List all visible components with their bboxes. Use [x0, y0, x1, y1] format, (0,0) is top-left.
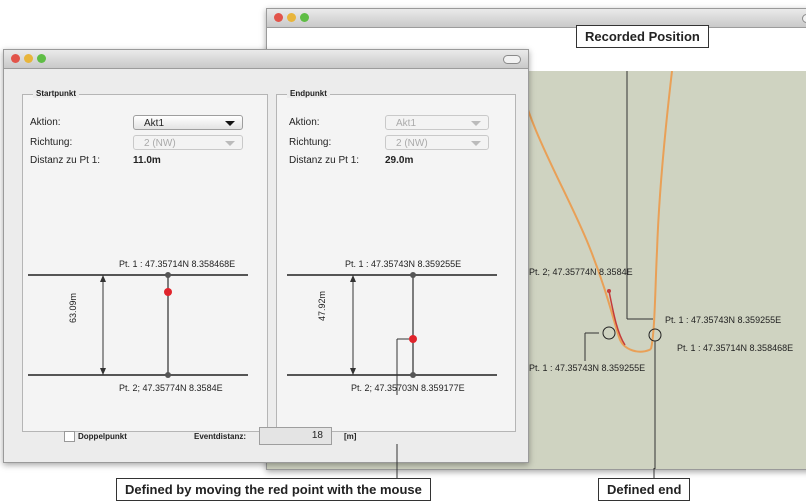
start-red-point	[164, 288, 172, 296]
end-richtung-value: 2 (NW)	[396, 138, 428, 149]
end-distanz-value: 29.0m	[385, 155, 414, 166]
doppelpunkt-checkbox[interactable]	[64, 431, 75, 442]
end-aktion-select[interactable]: Akt1	[385, 115, 489, 130]
end-marker	[648, 328, 662, 342]
defined-by-moving-callout: Defined by moving the red point with the…	[116, 478, 431, 501]
dialog-minimize-button[interactable]	[24, 54, 33, 63]
recorded-position-callout: Recorded Position	[576, 25, 709, 48]
track-line-left	[516, 71, 652, 353]
eventdistanz-unit: [m]	[344, 432, 357, 441]
end-pt2-label: Pt. 2; 47.35703N 8.359177E	[351, 383, 465, 393]
dialog-close-button[interactable]	[11, 54, 20, 63]
end-richtung-select[interactable]: 2 (NW)	[385, 135, 489, 150]
toolbar-toggle-button[interactable]	[802, 14, 806, 23]
start-pt2-dot	[165, 372, 171, 378]
start-segment-diagram	[28, 272, 248, 378]
chevron-down-icon	[225, 141, 235, 146]
map-label-pt2: Pt. 2; 47.35774N 8.3584E	[529, 267, 633, 277]
start-pt1-dot	[165, 272, 171, 278]
recorded-track-line	[608, 290, 626, 346]
close-button[interactable]	[274, 13, 283, 22]
endpunkt-group: Endpunkt Aktion: Akt1 Richtung: 2 (NW) D…	[276, 89, 516, 432]
map-label-pt1-bottom: Pt. 1 : 47.35743N 8.359255E	[529, 363, 646, 373]
end-distanz-label: Distanz zu Pt 1:	[289, 155, 360, 166]
start-aktion-select[interactable]: Akt1	[133, 115, 243, 130]
track-line-right	[650, 71, 673, 350]
end-pt2-dot	[410, 372, 416, 378]
segment-dialog-window: Startpunkt Aktion: Akt1 Richtung: 2 (NW)…	[3, 49, 529, 463]
end-segment-diagram	[287, 272, 497, 395]
map-label-pt1-far-right: Pt. 1 : 47.35714N 8.358468E	[677, 343, 794, 353]
end-aktion-label: Aktion:	[289, 117, 320, 128]
minimize-button[interactable]	[287, 13, 296, 22]
end-aktion-value: Akt1	[396, 118, 417, 129]
zoom-button[interactable]	[300, 13, 309, 22]
end-richtung-label: Richtung:	[289, 137, 332, 148]
start-distanz-label: Distanz zu Pt 1:	[30, 155, 101, 166]
defined-end-callout: Defined end	[598, 478, 691, 501]
chevron-down-icon	[225, 121, 235, 126]
end-dimension-label: 47.92m	[317, 290, 327, 321]
start-richtung-label: Richtung:	[30, 137, 73, 148]
dialog-zoom-button[interactable]	[37, 54, 46, 63]
start-richtung-value: 2 (NW)	[144, 138, 176, 149]
start-aktion-value: Akt1	[144, 118, 165, 129]
dialog-toolbar-toggle[interactable]	[503, 55, 521, 64]
start-pt2-label: Pt. 2; 47.35774N 8.3584E	[119, 383, 223, 393]
dialog-titlebar	[4, 50, 528, 69]
pt2-point	[607, 289, 611, 293]
doppelpunkt-label: Doppelpunkt	[78, 432, 127, 441]
startpunkt-group: Startpunkt Aktion: Akt1 Richtung: 2 (NW)…	[22, 89, 268, 432]
end-red-point	[409, 335, 417, 343]
start-pt1-label: Pt. 1 : 47.35714N 8.358468E	[119, 259, 236, 269]
endpunkt-title: Endpunkt	[287, 89, 330, 98]
start-marker	[602, 326, 616, 340]
start-distanz-value: 11.0m	[133, 155, 161, 166]
end-pt1-dot	[410, 272, 416, 278]
startpunkt-title: Startpunkt	[33, 89, 79, 98]
eventdistanz-input[interactable]: 18	[259, 427, 332, 445]
start-richtung-select[interactable]: 2 (NW)	[133, 135, 243, 150]
eventdistanz-label: Eventdistanz:	[194, 432, 247, 441]
start-aktion-label: Aktion:	[30, 117, 61, 128]
start-dimension-label: 63.09m	[68, 292, 78, 323]
map-label-pt1-right: Pt. 1 : 47.35743N 8.359255E	[665, 315, 782, 325]
end-pt1-label: Pt. 1 : 47.35743N 8.359255E	[345, 259, 462, 269]
chevron-down-icon	[471, 121, 481, 126]
chevron-down-icon	[471, 141, 481, 146]
map-window-titlebar	[267, 9, 806, 28]
